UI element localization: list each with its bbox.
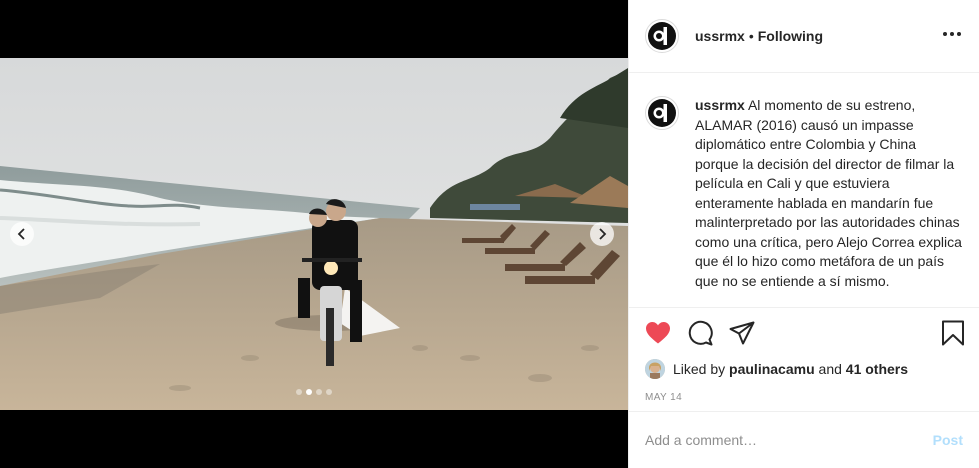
comment-button[interactable] xyxy=(687,320,713,346)
caption-username[interactable]: ussrmx xyxy=(695,97,745,113)
beach-wedding-photo xyxy=(0,58,628,410)
like-button[interactable] xyxy=(645,320,671,346)
post-caption: ussrmx Al momento de su estreno, ALAMAR … xyxy=(695,96,963,307)
ussr-logo-icon xyxy=(648,22,676,50)
post-comment-button[interactable]: Post xyxy=(933,432,963,448)
save-button[interactable] xyxy=(941,320,965,351)
liker-username[interactable]: paulinacamu xyxy=(729,361,815,377)
caption-author-avatar[interactable] xyxy=(645,96,679,130)
header-separator: • xyxy=(748,28,754,44)
post-media xyxy=(0,0,628,468)
likes-conjunction: and xyxy=(818,361,842,377)
likes-summary: Liked by paulinacamu and 41 others xyxy=(629,358,979,380)
bookmark-icon xyxy=(942,320,964,346)
carousel-indicator xyxy=(0,389,628,395)
carousel-dot-active xyxy=(306,389,312,395)
ussr-logo-icon xyxy=(648,99,676,127)
post-header: ussrmx • Following xyxy=(629,0,979,73)
post-details-panel: ussrmx • Following ussrmx Al momento de … xyxy=(628,0,979,468)
liker-avatar-image xyxy=(645,359,665,379)
likes-prefix: Liked by xyxy=(673,361,726,377)
chevron-left-icon xyxy=(17,228,25,240)
carousel-next-button[interactable] xyxy=(590,222,614,246)
caption-body: Al momento de su estreno, ALAMAR (2016) … xyxy=(695,97,962,289)
more-options-icon xyxy=(943,32,947,36)
share-icon xyxy=(729,321,755,345)
post-photo[interactable] xyxy=(0,58,628,410)
comment-input[interactable] xyxy=(645,432,933,448)
liker-avatar[interactable] xyxy=(645,359,665,379)
follow-status-button[interactable]: Following xyxy=(758,28,823,44)
author-avatar[interactable] xyxy=(645,19,679,53)
carousel-dot xyxy=(296,389,302,395)
heart-icon xyxy=(646,322,670,344)
carousel-prev-button[interactable] xyxy=(10,222,34,246)
caption-section: ussrmx Al momento de su estreno, ALAMAR … xyxy=(629,74,979,307)
comment-form: Post xyxy=(629,411,979,468)
chevron-right-icon xyxy=(599,228,607,240)
more-options-button[interactable] xyxy=(939,28,965,40)
carousel-dot xyxy=(326,389,332,395)
more-options-icon xyxy=(957,32,961,36)
comment-icon xyxy=(688,320,713,346)
post-date[interactable]: MAY 14 xyxy=(629,380,979,403)
carousel-dot xyxy=(316,389,322,395)
likes-others-link[interactable]: 41 others xyxy=(846,361,908,377)
author-username[interactable]: ussrmx xyxy=(695,28,745,44)
post-actions-section: Liked by paulinacamu and 41 others MAY 1… xyxy=(629,307,979,403)
action-bar xyxy=(629,308,979,358)
more-options-icon xyxy=(950,32,954,36)
share-button[interactable] xyxy=(729,320,755,346)
